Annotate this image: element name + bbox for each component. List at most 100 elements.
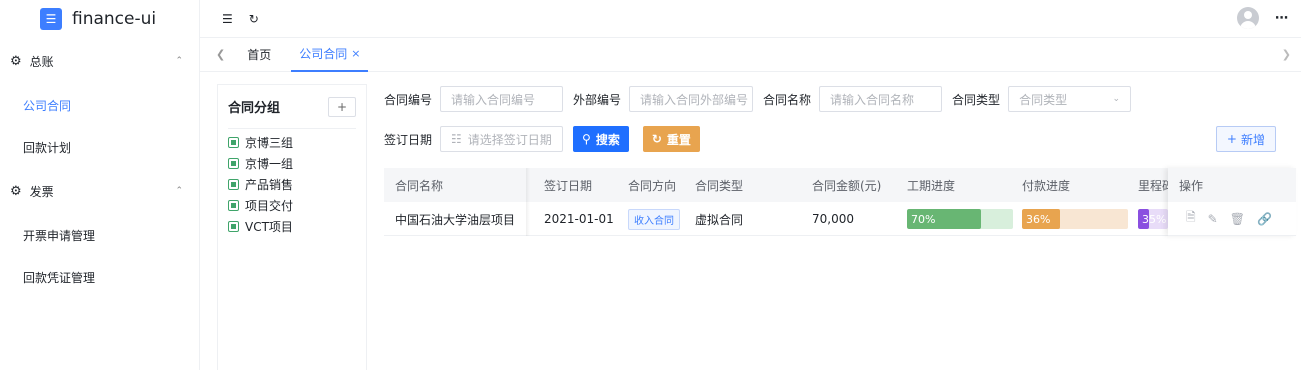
sidebar-item-company-contract[interactable]: 公司合同: [0, 84, 199, 126]
menu-group-ledger[interactable]: ⚙ 总账 ⌃: [0, 38, 199, 84]
external-no-input[interactable]: 请输入合同外部编号: [629, 86, 754, 112]
tab-label: 公司合同: [299, 47, 348, 61]
menu-group-invoice[interactable]: ⚙ 发票 ⌃: [0, 168, 199, 214]
plus-icon: +: [1226, 132, 1237, 146]
app-root: ☰ finance-ui ⚙ 总账 ⌃ 公司合同 回款计划 ⚙ 发票 ⌃ 开票申…: [0, 0, 1301, 370]
contract-group-panel: 合同分组 + 京博三组 京博一组 产品销售 项目交付 VCT项目: [217, 84, 367, 370]
sidebar-item-payment-plan[interactable]: 回款计划: [0, 126, 199, 168]
col-milestone[interactable]: 里程碑: [1138, 168, 1168, 202]
avatar[interactable]: [1237, 7, 1259, 29]
sign-date-placeholder: 请选择签订日期: [467, 132, 552, 147]
tree-item-label: VCT项目: [245, 220, 293, 234]
tree-item-label: 京博一组: [245, 157, 294, 171]
tree-item-label: 京博三组: [245, 136, 294, 150]
filter-row: 签订日期 ☷ 请选择签订日期 ⚲ 搜索 ↻ 重置: [384, 126, 714, 152]
link-icon[interactable]: 🔗: [1257, 212, 1272, 226]
folder-icon: [228, 179, 239, 190]
col-sign-date[interactable]: 签订日期: [544, 168, 592, 202]
edit-icon[interactable]: ✎: [1208, 212, 1218, 226]
col-type[interactable]: 合同类型: [695, 168, 743, 202]
cell-milestone: 35%: [1138, 202, 1168, 236]
milestone-progress-fill: 35%: [1138, 209, 1166, 229]
contract-table: 合同名称 签订日期 合同方向 合同类型 合同金额(元) 工期进度 付款进度 里程…: [384, 168, 1296, 236]
fixed-column-shadow: [526, 168, 530, 236]
contract-type-select[interactable]: 合同类型 ⌄: [1008, 86, 1132, 112]
menu-group-label: 发票: [29, 184, 54, 199]
logo-icon: ☰: [40, 8, 62, 30]
cell-sign-date: 2021-01-01: [544, 212, 614, 226]
col-name[interactable]: 合同名称: [395, 168, 443, 202]
add-group-button[interactable]: +: [328, 96, 356, 117]
brand[interactable]: ☰ finance-ui: [0, 0, 199, 38]
chevron-left-icon[interactable]: ❮: [216, 48, 225, 61]
search-button[interactable]: ⚲ 搜索: [573, 126, 629, 152]
contract-name-input[interactable]: 请输入合同名称: [819, 86, 943, 112]
sidebar-item-payment-voucher[interactable]: 回款凭证管理: [0, 256, 199, 298]
direction-tag: 收入合同: [628, 208, 680, 230]
sidebar-item-invoice-request[interactable]: 开票申请管理: [0, 214, 199, 256]
tree-item[interactable]: 项目交付: [228, 195, 356, 216]
cell-type: 虚拟合同: [695, 212, 744, 227]
delete-icon[interactable]: 🗑: [1230, 212, 1245, 226]
cell-payment: 36%: [1022, 202, 1128, 236]
chevron-right-icon[interactable]: ❯: [1282, 48, 1291, 61]
search-button-label: 搜索: [595, 132, 620, 147]
tab-label: 首页: [247, 48, 272, 62]
table-row[interactable]: 中国石油大学油层项目 2021-01-01 收入合同 虚拟合同 70,000 7…: [384, 202, 1296, 236]
sign-date-label: 签订日期: [384, 132, 433, 147]
chevron-up-icon: ⌃: [175, 186, 183, 196]
contract-no-label: 合同编号: [384, 92, 433, 107]
payment-progress-bar: 36%: [1022, 209, 1128, 229]
tree-item[interactable]: VCT项目: [228, 216, 356, 237]
menu-group-label: 总账: [29, 54, 54, 69]
sign-date-picker[interactable]: ☷ 请选择签订日期: [440, 126, 564, 152]
folder-icon: [228, 221, 239, 232]
add-contract-button[interactable]: + 新增: [1215, 126, 1276, 152]
milestone-progress-bar: 35%: [1138, 209, 1168, 229]
tab-bar: ❮ 首页 公司合同 × ❯: [200, 38, 1301, 72]
table-header: 合同名称 签订日期 合同方向 合同类型 合同金额(元) 工期进度 付款进度 里程…: [384, 168, 1296, 202]
contract-name-label: 合同名称: [763, 92, 812, 107]
tab-company-contract[interactable]: 公司合同 ×: [291, 38, 369, 72]
col-amount[interactable]: 合同金额(元): [812, 168, 881, 202]
document-icon[interactable]: 🗎: [1186, 208, 1196, 229]
folder-icon: [228, 200, 239, 211]
col-schedule[interactable]: 工期进度: [907, 168, 955, 202]
tree-item[interactable]: 产品销售: [228, 174, 356, 195]
menu-toggle-icon[interactable]: ☰: [222, 12, 233, 26]
gear-icon: ⚙: [10, 183, 22, 199]
sidebar: ☰ finance-ui ⚙ 总账 ⌃ 公司合同 回款计划 ⚙ 发票 ⌃ 开票申…: [0, 0, 200, 370]
refresh-icon[interactable]: ↻: [249, 12, 259, 26]
tab-home[interactable]: 首页: [239, 38, 279, 72]
add-contract-label: 新增: [1240, 132, 1265, 147]
tree-item[interactable]: 京博三组: [228, 132, 356, 153]
calendar-icon: ☷: [451, 132, 462, 146]
payment-progress-fill: 36%: [1022, 209, 1061, 229]
refresh-icon: ↻: [651, 132, 662, 146]
tree-item[interactable]: 京博一组: [228, 153, 356, 174]
tree-item-label: 产品销售: [245, 178, 294, 192]
contract-type-placeholder: 合同类型: [1019, 92, 1068, 107]
filter-row: 合同编号 请输入合同编号 外部编号 请输入合同外部编号 合同名称 请输入合同名称…: [384, 86, 1141, 112]
contract-type-label: 合同类型: [952, 92, 1001, 107]
chevron-down-icon: ⌄: [1112, 94, 1121, 104]
contract-no-input[interactable]: 请输入合同编号: [440, 86, 564, 112]
more-icon[interactable]: ⋯: [1275, 11, 1289, 26]
group-title: 合同分组: [228, 101, 281, 116]
col-payment[interactable]: 付款进度: [1022, 168, 1070, 202]
folder-icon: [228, 137, 239, 148]
reset-button[interactable]: ↻ 重置: [642, 126, 700, 152]
cell-schedule: 70%: [907, 202, 1013, 236]
schedule-progress-bar: 70%: [907, 209, 1013, 229]
close-icon[interactable]: ×: [351, 47, 360, 60]
actions-column: 操作 🗎 ✎ 🗑 🔗: [1168, 168, 1296, 236]
search-icon: ⚲: [582, 132, 591, 146]
col-direction[interactable]: 合同方向: [628, 168, 676, 202]
row-actions: 🗎 ✎ 🗑 🔗: [1168, 202, 1296, 236]
app-name: finance-ui: [72, 9, 157, 29]
cell-direction: 收入合同: [628, 202, 680, 236]
schedule-progress-fill: 70%: [907, 209, 982, 229]
folder-icon: [228, 158, 239, 169]
external-no-label: 外部编号: [573, 92, 622, 107]
reset-button-label: 重置: [666, 132, 691, 147]
